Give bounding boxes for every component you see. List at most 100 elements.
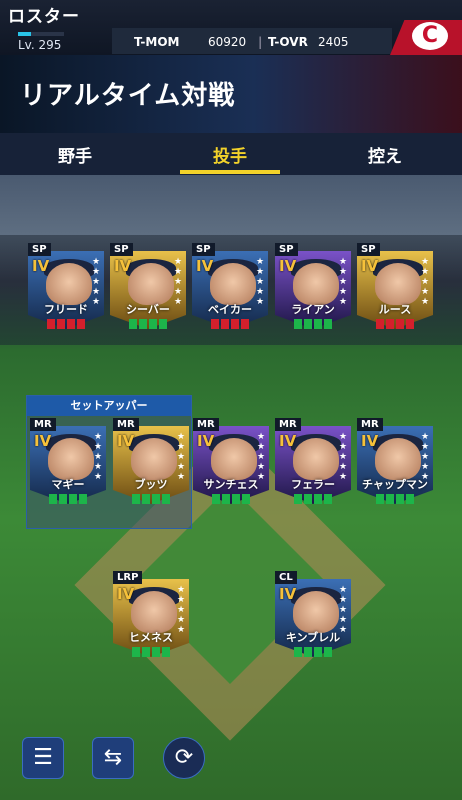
star-rating: ★ ★ ★ ★ ★ (256, 257, 265, 307)
rank-badge: IV (32, 257, 50, 275)
player-card[interactable]: LRP IV ★ ★ ★ ★ ★ ヒメネス (113, 571, 189, 669)
condition-segment (221, 319, 229, 329)
menu-button[interactable]: ☰ (22, 737, 64, 779)
star-rating: ★ ★ ★ ★ ★ (339, 257, 348, 307)
condition-segment (396, 494, 404, 504)
page-title: リアルタイム対戦 (20, 81, 236, 111)
star-rating: ★ ★ ★ ★ ★ (177, 432, 186, 482)
player-card[interactable]: MR IV ★ ★ ★ ★ ★ マギー (30, 418, 106, 516)
setup-label: セットアッパー (27, 396, 191, 416)
position-badge: SP (192, 243, 215, 256)
tab-fielders[interactable]: 野手 (58, 142, 92, 167)
condition-segment (132, 647, 140, 657)
condition-bars (376, 319, 414, 329)
condition-segment (69, 494, 77, 504)
rank-badge: IV (361, 257, 379, 275)
condition-bars (294, 319, 332, 329)
level-progress-bar (18, 32, 64, 36)
condition-bars (294, 494, 332, 504)
condition-segment (406, 319, 414, 329)
star-rating: ★ ★ ★ ★ ★ (94, 432, 103, 482)
condition-bars (294, 647, 332, 657)
swap-players-button[interactable]: ⇆ (92, 737, 134, 779)
condition-segment (406, 494, 414, 504)
player-card[interactable]: SP IV ★ ★ ★ ★ ★ ルース (357, 243, 433, 341)
player-card[interactable]: MR IV ★ ★ ★ ★ ★ ブッツ (113, 418, 189, 516)
player-card[interactable]: SP IV ★ ★ ★ ★ ★ フリード (28, 243, 104, 341)
position-badge: MR (113, 418, 139, 431)
active-tab-indicator (180, 170, 280, 174)
condition-segment (67, 319, 75, 329)
condition-segment (222, 494, 230, 504)
player-name: ライアン (291, 303, 335, 316)
player-card[interactable]: CL IV ★ ★ ★ ★ ★ キンブレル (275, 571, 351, 669)
player-card[interactable]: SP IV ★ ★ ★ ★ ★ シーバー (110, 243, 186, 341)
condition-bars (49, 494, 87, 504)
condition-segment (294, 494, 302, 504)
star-rating: ★ ★ ★ ★ ★ (339, 585, 348, 635)
position-badge: CL (275, 571, 297, 584)
condition-segment (152, 647, 160, 657)
player-name: ベイカー (208, 303, 252, 316)
player-name: キンブレル (285, 631, 341, 644)
player-card[interactable]: MR IV ★ ★ ★ ★ ★ フェラー (275, 418, 351, 516)
player-portrait (131, 438, 177, 480)
page-header: リアルタイム対戦 (0, 55, 462, 133)
player-name: ブッツ (134, 478, 168, 491)
player-portrait (211, 438, 257, 480)
star-rating: ★ ★ ★ ★ ★ (92, 257, 101, 307)
rank-badge: IV (114, 257, 132, 275)
condition-bars (132, 647, 170, 657)
tmom-value: 60920 (208, 35, 247, 49)
player-card[interactable]: SP IV ★ ★ ★ ★ ★ ベイカー (192, 243, 268, 341)
rank-badge: IV (361, 432, 379, 450)
star-rating: ★ ★ ★ ★ ★ (421, 432, 430, 482)
player-portrait (131, 591, 177, 633)
condition-segment (47, 319, 55, 329)
player-swap-icon: ⇆ (103, 745, 123, 770)
condition-bars (211, 319, 249, 329)
condition-segment (242, 494, 250, 504)
rank-badge: IV (196, 257, 214, 275)
menu-icon: ☰ (33, 745, 53, 770)
player-name: シーバー (126, 303, 170, 316)
condition-segment (241, 319, 249, 329)
tab-bench[interactable]: 控え (368, 142, 402, 167)
rank-badge: IV (117, 432, 135, 450)
condition-segment (231, 319, 239, 329)
roster-tabs: 野手 投手 控え (0, 133, 462, 175)
position-badge: LRP (113, 571, 143, 584)
player-name: マギー (51, 478, 85, 491)
team-logo-icon[interactable]: C (412, 22, 448, 50)
player-portrait (293, 438, 339, 480)
player-card[interactable]: MR IV ★ ★ ★ ★ ★ サンチェス (193, 418, 269, 516)
position-badge: SP (110, 243, 133, 256)
condition-segment (59, 494, 67, 504)
player-name: チャップマン (362, 478, 428, 491)
tab-pitchers[interactable]: 投手 (213, 142, 247, 167)
refresh-button[interactable]: ⟳ (163, 737, 205, 779)
condition-bars (376, 494, 414, 504)
player-name: フリード (44, 303, 88, 316)
player-portrait (128, 263, 174, 305)
condition-segment (324, 319, 332, 329)
condition-segment (49, 494, 57, 504)
position-badge: SP (28, 243, 51, 256)
refresh-icon: ⟳ (174, 745, 194, 770)
rank-badge: IV (197, 432, 215, 450)
condition-segment (162, 647, 170, 657)
condition-segment (77, 319, 85, 329)
rank-badge: IV (34, 432, 52, 450)
player-name: ヒメネス (129, 631, 173, 644)
stats-divider: | (258, 35, 263, 49)
team-stats: T-MOM 60920 | T-OVR 2405 (112, 28, 392, 54)
star-rating: ★ ★ ★ ★ ★ (257, 432, 266, 482)
player-card[interactable]: MR IV ★ ★ ★ ★ ★ チャップマン (357, 418, 433, 516)
player-card[interactable]: SP IV ★ ★ ★ ★ ★ ライアン (275, 243, 351, 341)
condition-segment (376, 319, 384, 329)
condition-segment (304, 494, 312, 504)
condition-segment (57, 319, 65, 329)
condition-segment (232, 494, 240, 504)
condition-segment (314, 494, 322, 504)
condition-bars (132, 494, 170, 504)
